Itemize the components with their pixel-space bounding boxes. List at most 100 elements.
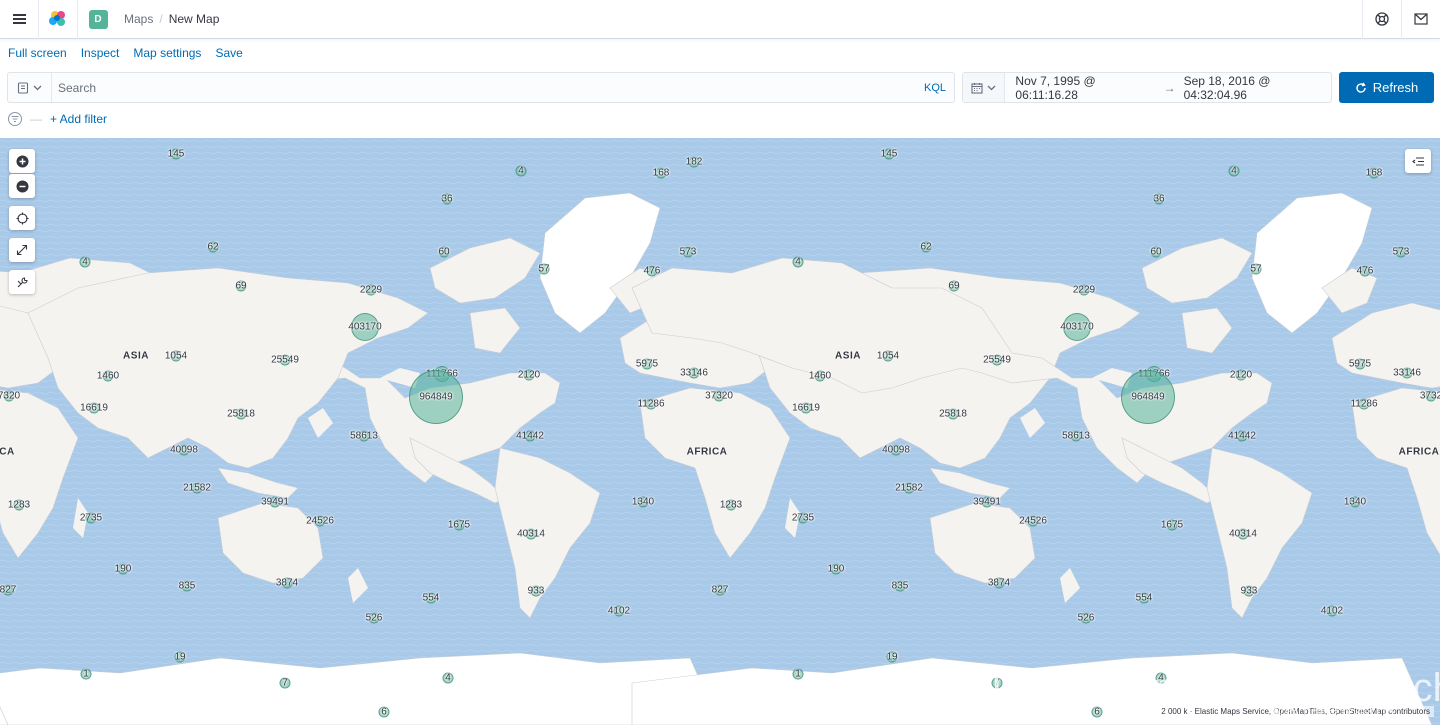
set-view-button[interactable] bbox=[9, 206, 35, 230]
world-basemap bbox=[0, 138, 1440, 725]
menu-button[interactable] bbox=[0, 0, 39, 39]
map-canvas[interactable]: 145 182 168 4 36 62 60 57 476 573 4 69 2229 403170 105… bbox=[0, 138, 1440, 725]
zoom-out-button[interactable] bbox=[9, 174, 35, 198]
continent-label-asia: ASIA bbox=[123, 350, 149, 362]
crosshair-icon bbox=[16, 212, 28, 224]
breadcrumb-maps[interactable]: Maps bbox=[124, 12, 153, 26]
cluster-count-label: 16619 bbox=[80, 402, 108, 414]
menu-left-icon bbox=[1411, 156, 1424, 166]
arrow-right-icon: → bbox=[1163, 80, 1176, 95]
cluster-count-label: 933 bbox=[527, 585, 545, 597]
breadcrumb: Maps / New Map bbox=[118, 12, 219, 26]
cluster-count-label: 39491 bbox=[973, 496, 1001, 508]
cluster-count-label: 964849 bbox=[1131, 391, 1165, 403]
cluster-count-label: 7320 bbox=[0, 390, 21, 402]
newsfeed-button[interactable] bbox=[1401, 0, 1440, 39]
space-selector[interactable]: D bbox=[78, 0, 118, 39]
cluster-count-label: 573 bbox=[1392, 246, 1410, 258]
cluster-count-label: 2120 bbox=[1229, 369, 1253, 381]
cluster-count-label: 182 bbox=[685, 156, 703, 168]
map-settings-link[interactable]: Map settings bbox=[133, 46, 201, 64]
cluster-count-label: 1283 bbox=[719, 499, 743, 511]
cluster-count-label: 1460 bbox=[808, 370, 832, 382]
cluster-count-label: 62 bbox=[920, 241, 932, 253]
save-link[interactable]: Save bbox=[215, 46, 242, 64]
cluster-count-label: 403170 bbox=[348, 321, 382, 333]
cluster-count-label: 827 bbox=[711, 584, 729, 596]
refresh-button[interactable]: Refresh bbox=[1339, 72, 1434, 103]
hamburger-icon bbox=[12, 12, 26, 26]
home-logo[interactable] bbox=[39, 0, 78, 39]
cluster-count-label: 145 bbox=[880, 148, 898, 160]
cluster-count-label: 3874 bbox=[987, 577, 1011, 589]
cluster-count-label: 7 bbox=[282, 677, 288, 689]
inspect-link[interactable]: Inspect bbox=[81, 46, 120, 64]
cluster-count-label: 69 bbox=[235, 280, 247, 292]
cluster-count-label: 25818 bbox=[227, 408, 255, 420]
cluster-count-label: 5975 bbox=[1348, 358, 1372, 370]
cluster-count-label: 24526 bbox=[306, 515, 334, 527]
cluster-count-label: 33146 bbox=[680, 367, 708, 379]
cluster-count-label: 1054 bbox=[876, 350, 900, 362]
mail-icon bbox=[1414, 13, 1428, 25]
help-button[interactable] bbox=[1362, 0, 1401, 39]
breadcrumb-separator: / bbox=[159, 12, 163, 26]
continent-label-asia: ASIA bbox=[835, 350, 861, 362]
cluster-count-label: 403170 bbox=[1060, 321, 1094, 333]
expand-icon bbox=[16, 244, 28, 256]
cluster-count-label: 19 bbox=[886, 651, 898, 663]
cluster-count-label: 4 bbox=[795, 256, 801, 268]
add-filter-button[interactable]: + Add filter bbox=[50, 112, 107, 126]
fit-to-data-button[interactable] bbox=[9, 238, 35, 262]
cluster-count-label: 40098 bbox=[170, 444, 198, 456]
cluster-count-label: 24526 bbox=[1019, 515, 1047, 527]
kql-toggle[interactable]: KQL bbox=[916, 82, 954, 94]
cluster-count-label: 827 bbox=[0, 584, 17, 596]
cluster-count-label: 1460 bbox=[96, 370, 120, 382]
time-range: Nov 7, 1995 @ 06:11:16.28 → Sep 18, 2016… bbox=[1005, 74, 1331, 102]
full-screen-link[interactable]: Full screen bbox=[8, 46, 67, 64]
start-date[interactable]: Nov 7, 1995 @ 06:11:16.28 bbox=[1015, 74, 1155, 102]
cluster-count-label: 36 bbox=[441, 193, 453, 205]
cluster-count-label: 5975 bbox=[635, 358, 659, 370]
elastic-logo-icon bbox=[49, 11, 65, 26]
tools-button[interactable] bbox=[9, 270, 35, 294]
cluster-count-label: 168 bbox=[1365, 167, 1383, 179]
cluster-count-label: 835 bbox=[178, 580, 196, 592]
help-lifebuoy-icon bbox=[1375, 12, 1389, 26]
calendar-icon bbox=[971, 82, 983, 94]
top-nav: Full screen Inspect Map settings Save bbox=[0, 46, 243, 64]
cluster-count-label: 190 bbox=[827, 563, 845, 575]
cluster-count-label: 1675 bbox=[447, 519, 471, 531]
filter-menu-icon[interactable] bbox=[8, 112, 22, 126]
quick-menu-button[interactable] bbox=[963, 73, 1006, 102]
cluster-count-label: 835 bbox=[891, 580, 909, 592]
cluster-count-label: 6 bbox=[381, 706, 387, 718]
search-input[interactable] bbox=[52, 73, 916, 102]
cluster-count-label: 25549 bbox=[983, 354, 1011, 366]
cluster-count-label: 57 bbox=[1250, 263, 1262, 275]
cluster-count-label: 4 bbox=[518, 165, 524, 177]
cluster-count-label: 4 bbox=[82, 256, 88, 268]
zoom-in-button[interactable] bbox=[9, 149, 35, 173]
cluster-count-label: 190 bbox=[114, 563, 132, 575]
cluster-count-label: 1340 bbox=[1343, 496, 1367, 508]
space-avatar: D bbox=[88, 9, 108, 29]
cluster-count-label: 4102 bbox=[1320, 605, 1344, 617]
cluster-count-label: 1340 bbox=[631, 496, 655, 508]
saved-query-button[interactable] bbox=[8, 73, 52, 102]
cluster-count-label: 62 bbox=[207, 241, 219, 253]
cluster-count-label: 1 bbox=[795, 668, 801, 680]
query-bar: KQL bbox=[7, 72, 955, 103]
cluster-count-label: 25549 bbox=[271, 354, 299, 366]
cluster-count-label: 41442 bbox=[1228, 430, 1256, 442]
cluster-count-label: 2735 bbox=[791, 512, 815, 524]
cluster-count-label: 36 bbox=[1153, 193, 1165, 205]
saved-query-icon bbox=[17, 81, 29, 94]
cluster-count-label: 2120 bbox=[517, 369, 541, 381]
refresh-label: Refresh bbox=[1372, 80, 1419, 95]
cluster-count-label: 168 bbox=[652, 167, 670, 179]
end-date[interactable]: Sep 18, 2016 @ 04:32:04.96 bbox=[1184, 74, 1331, 102]
layer-control-button[interactable] bbox=[1405, 149, 1431, 173]
cluster-count-label: 1283 bbox=[7, 499, 31, 511]
